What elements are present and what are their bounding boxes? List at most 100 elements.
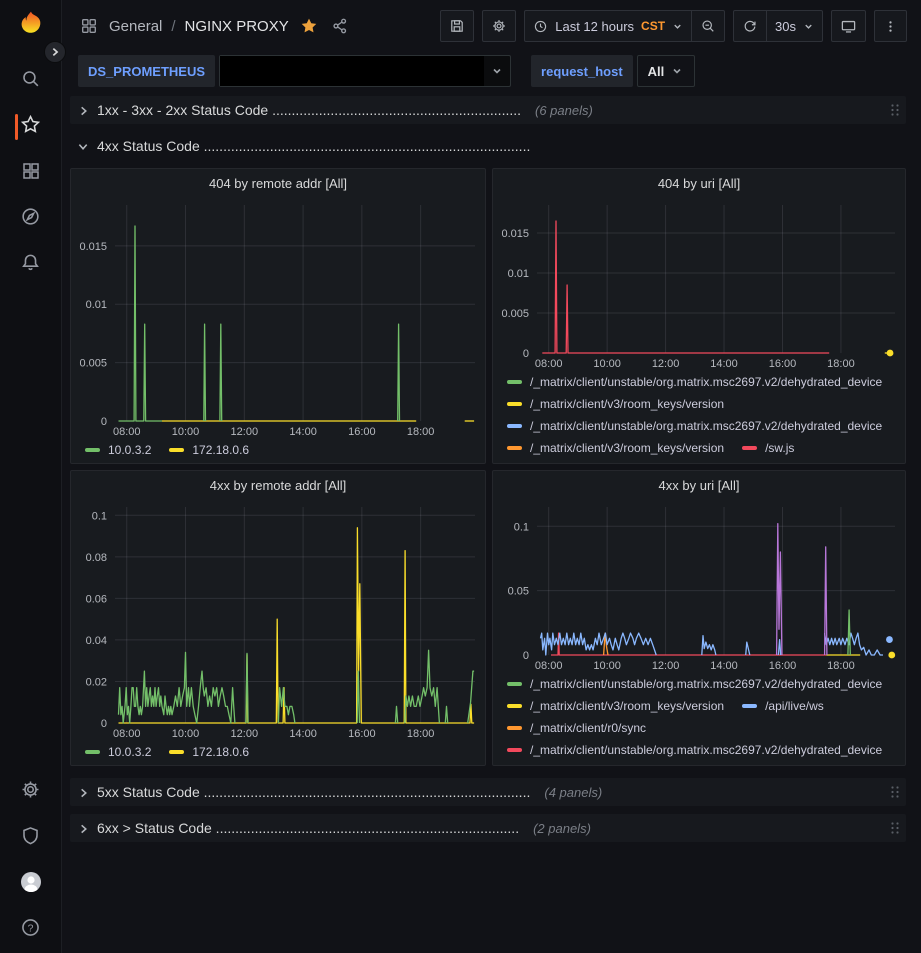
svg-text:0.015: 0.015 <box>79 241 107 253</box>
sidebar-item-dashboards[interactable] <box>0 150 62 196</box>
kebab-menu-button[interactable] <box>874 10 907 42</box>
svg-text:0.005: 0.005 <box>501 308 529 320</box>
variable-value-request-host[interactable]: All <box>637 55 696 87</box>
timeseries-chart[interactable]: 08:0010:0012:0014:0016:0018:0000.0050.01… <box>71 199 485 439</box>
svg-text:0.08: 0.08 <box>86 552 107 564</box>
timeseries-chart[interactable]: 08:0010:0012:0014:0016:0018:0000.050.1 <box>493 501 905 673</box>
panel-4xx-by-remote-addr: 4xx by remote addr [All] 08:0010:0012:00… <box>70 470 486 766</box>
legend: 10.0.3.2 172.18.0.6 <box>71 741 485 765</box>
legend-series-swatch <box>85 448 100 452</box>
svg-text:0.1: 0.1 <box>92 510 107 522</box>
legend-item[interactable]: /api/live/ws <box>742 698 824 714</box>
legend-series-swatch <box>742 446 757 450</box>
timeseries-chart[interactable]: 08:0010:0012:0014:0016:0018:0000.020.040… <box>71 501 485 741</box>
sidebar-item-explore[interactable] <box>0 196 62 242</box>
legend-series-label: /sw.js <box>765 441 794 455</box>
legend-item[interactable]: /_matrix/client/unstable/org.matrix.msc2… <box>507 742 882 758</box>
favorite-star-icon[interactable] <box>298 15 320 37</box>
time-range-group: Last 12 hours CST <box>524 10 725 42</box>
avatar <box>19 870 43 899</box>
legend-item[interactable]: 172.18.0.6 <box>169 442 249 458</box>
active-indicator <box>15 114 18 140</box>
legend-series-label: 172.18.0.6 <box>192 745 249 759</box>
legend-item[interactable]: /_matrix/client/unstable/org.matrix.msc2… <box>507 374 882 390</box>
legend-series-swatch <box>507 704 522 708</box>
svg-text:08:00: 08:00 <box>113 426 141 438</box>
sidebar: ? <box>0 0 62 953</box>
legend-item[interactable]: 10.0.3.2 <box>85 744 151 760</box>
variable-label-request-host[interactable]: request_host <box>531 55 633 87</box>
sidebar-item-alerting[interactable] <box>0 242 62 288</box>
svg-text:12:00: 12:00 <box>231 426 259 438</box>
save-dashboard-button[interactable] <box>440 10 474 42</box>
time-range-picker[interactable]: Last 12 hours CST <box>524 10 692 42</box>
legend-series-swatch <box>742 704 757 708</box>
svg-text:16:00: 16:00 <box>348 728 376 740</box>
row-drag-handle[interactable] <box>890 103 900 122</box>
legend-item[interactable]: /_matrix/client/r0/sync <box>507 720 646 736</box>
legend-series-label: 10.0.3.2 <box>108 443 151 457</box>
zoom-out-button[interactable] <box>692 10 725 42</box>
row-header-4xx[interactable]: 4xx Status Code ........................… <box>70 132 906 160</box>
legend-item[interactable]: 10.0.3.2 <box>85 442 151 458</box>
row-header-1xx-3xx-2xx[interactable]: 1xx - 3xx - 2xx Status Code ............… <box>70 96 906 124</box>
time-range-label: Last 12 hours <box>555 19 634 34</box>
dashboard-title[interactable]: NGINX PROXY <box>185 18 289 35</box>
sidebar-item-configuration[interactable] <box>0 769 62 815</box>
svg-text:16:00: 16:00 <box>769 660 797 672</box>
refresh-interval-label: 30s <box>775 19 796 34</box>
row-drag-handle[interactable] <box>890 821 900 840</box>
bell-icon <box>20 252 41 278</box>
legend-item[interactable]: 172.18.0.6 <box>169 744 249 760</box>
sidebar-item-profile[interactable] <box>0 861 62 907</box>
legend-item[interactable]: /_matrix/client/unstable/org.matrix.msc2… <box>507 418 882 434</box>
dashboard-variables-row: DS_PROMETHEUS request_host All <box>62 52 921 90</box>
svg-text:08:00: 08:00 <box>535 660 563 672</box>
legend-series-swatch <box>507 748 522 752</box>
variable-label-datasource[interactable]: DS_PROMETHEUS <box>78 55 215 87</box>
row-header-6xx[interactable]: 6xx > Status Code ......................… <box>70 814 906 842</box>
legend: /_matrix/client/unstable/org.matrix.msc2… <box>493 371 905 463</box>
svg-text:16:00: 16:00 <box>769 358 797 370</box>
grafana-logo[interactable] <box>16 9 46 44</box>
row-drag-handle[interactable] <box>890 785 900 804</box>
legend-item[interactable]: /_matrix/client/v3/room_keys/version <box>507 698 724 714</box>
legend-series-label: 10.0.3.2 <box>108 745 151 759</box>
timeseries-chart[interactable]: 08:0010:0012:0014:0016:0018:0000.0050.01… <box>493 199 905 371</box>
sidebar-expand-button[interactable] <box>44 41 66 63</box>
sidebar-item-starred[interactable] <box>0 104 62 150</box>
legend: 10.0.3.2 172.18.0.6 <box>71 439 485 463</box>
svg-text:0.05: 0.05 <box>508 586 529 598</box>
svg-text:14:00: 14:00 <box>710 358 738 370</box>
panel-4xx-by-uri: 4xx by uri [All] 08:0010:0012:0014:0016:… <box>492 470 906 766</box>
sidebar-item-server-admin[interactable] <box>0 815 62 861</box>
share-icon[interactable] <box>329 15 351 37</box>
svg-text:0.1: 0.1 <box>514 521 529 533</box>
tv-mode-button[interactable] <box>831 10 866 42</box>
apps-grid-icon[interactable] <box>78 15 100 37</box>
refresh-interval-picker[interactable]: 30s <box>767 10 823 42</box>
svg-text:12:00: 12:00 <box>652 358 680 370</box>
svg-text:08:00: 08:00 <box>113 728 141 740</box>
legend-item[interactable]: /_matrix/client/v3/room_keys/version <box>507 440 724 456</box>
row-header-5xx[interactable]: 5xx Status Code ........................… <box>70 778 906 806</box>
panel-404-by-uri: 404 by uri [All] 08:0010:0012:0014:0016:… <box>492 168 906 464</box>
breadcrumb-section[interactable]: General <box>109 18 162 35</box>
svg-text:0: 0 <box>523 650 529 662</box>
sidebar-item-search[interactable] <box>0 58 62 104</box>
panel-title[interactable]: 4xx by remote addr [All] <box>71 471 485 501</box>
legend-item[interactable]: /sw.js <box>742 440 794 456</box>
svg-text:18:00: 18:00 <box>407 728 435 740</box>
svg-text:10:00: 10:00 <box>593 660 621 672</box>
refresh-button[interactable] <box>733 10 767 42</box>
legend-item[interactable]: /_matrix/client/v3/room_keys/version <box>507 396 724 412</box>
legend-series-label: /_matrix/client/v3/room_keys/version <box>530 441 724 455</box>
panel-title[interactable]: 4xx by uri [All] <box>493 471 905 501</box>
dashboard-settings-button[interactable] <box>482 10 516 42</box>
panel-title[interactable]: 404 by uri [All] <box>493 169 905 199</box>
legend-item[interactable]: /_matrix/client/unstable/org.matrix.msc2… <box>507 676 882 692</box>
sidebar-item-help[interactable]: ? <box>0 907 62 953</box>
variable-value-datasource[interactable] <box>219 55 511 87</box>
svg-text:14:00: 14:00 <box>289 728 317 740</box>
panel-title[interactable]: 404 by remote addr [All] <box>71 169 485 199</box>
